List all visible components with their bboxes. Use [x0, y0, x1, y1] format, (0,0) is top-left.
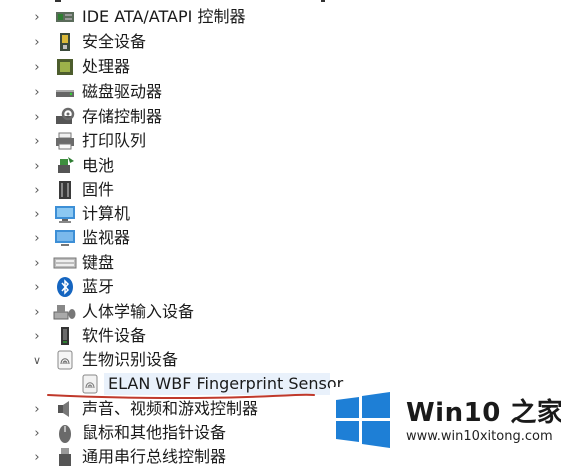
processor-icon [53, 55, 77, 79]
disk-drive-icon [53, 80, 77, 104]
tree-item-security-devices[interactable]: › 安全设备 [0, 30, 440, 54]
mouse-icon [53, 421, 77, 445]
tree-item-label: 键盘 [82, 253, 115, 272]
tree-item-label: 存储控制器 [82, 107, 163, 126]
tree-item-storage-controllers[interactable]: › 存储控制器 [0, 105, 440, 129]
tree-item-label: 声音、视频和游戏控制器 [82, 399, 259, 418]
keyboard-icon [53, 251, 77, 275]
tree-item-human-interface-devices[interactable]: › 人体学输入设备 [0, 300, 440, 324]
security-device-icon [53, 30, 77, 54]
chevron-right-icon[interactable]: › [30, 80, 44, 104]
chevron-right-icon[interactable]: › [30, 178, 44, 202]
battery-icon [53, 154, 77, 178]
computer-icon [53, 202, 77, 226]
chevron-right-icon[interactable]: › [30, 226, 44, 250]
monitor-icon [53, 226, 77, 250]
software-device-icon [53, 324, 77, 348]
tree-item-label: 固件 [82, 180, 115, 199]
hid-icon [53, 300, 77, 324]
tree-item-disk-drives[interactable]: › 磁盘驱动器 [0, 80, 440, 104]
tree-item-label: 打印队列 [82, 131, 147, 150]
sound-icon [53, 397, 77, 421]
chevron-right-icon[interactable]: › [30, 275, 44, 299]
tree-item-software-devices[interactable]: › 软件设备 [0, 324, 440, 348]
tree-item-ide-ata-atapi[interactable]: › IDE ATA/ATAPI 控制器 [0, 5, 440, 29]
top-border [55, 0, 325, 2]
windows-logo-icon [336, 392, 390, 448]
storage-controller-icon [53, 105, 77, 129]
tree-item-monitors[interactable]: › 监视器 [0, 226, 440, 250]
chevron-right-icon[interactable]: › [30, 300, 44, 324]
chevron-right-icon[interactable]: › [30, 421, 44, 445]
tree-item-label: 磁盘驱动器 [82, 82, 163, 101]
chevron-right-icon[interactable]: › [30, 55, 44, 79]
tree-item-label: 蓝牙 [82, 277, 115, 296]
bluetooth-icon [53, 275, 77, 299]
chevron-right-icon[interactable]: › [30, 154, 44, 178]
tree-item-computer[interactable]: › 计算机 [0, 202, 440, 226]
print-queue-icon [53, 129, 77, 153]
chevron-right-icon[interactable]: › [30, 202, 44, 226]
tree-item-biometric-devices[interactable]: ∨ 生物识别设备 [0, 348, 440, 372]
chevron-right-icon[interactable]: › [30, 397, 44, 421]
tree-item-label: 监视器 [82, 228, 131, 247]
tree-item-label: 生物识别设备 [82, 350, 179, 369]
tree-item-keyboards[interactable]: › 键盘 [0, 251, 440, 275]
tree-item-label: 处理器 [82, 57, 131, 76]
tree-item-label: 软件设备 [82, 326, 147, 345]
chevron-down-icon[interactable]: ∨ [30, 348, 44, 372]
chevron-right-icon[interactable]: › [30, 129, 44, 153]
chevron-right-icon[interactable]: › [30, 105, 44, 129]
tree-item-print-queues[interactable]: › 打印队列 [0, 129, 440, 153]
chevron-right-icon[interactable]: › [30, 30, 44, 54]
chevron-right-icon[interactable]: › [30, 251, 44, 275]
win10-watermark: Win10 之家 www.win10xitong.com [330, 387, 561, 463]
tree-item-bluetooth[interactable]: › 蓝牙 [0, 275, 440, 299]
usb-icon [53, 445, 77, 469]
tree-item-label: 人体学输入设备 [82, 302, 195, 321]
tree-item-label: 鼠标和其他指针设备 [82, 423, 227, 442]
chevron-right-icon[interactable]: › [30, 324, 44, 348]
tree-item-processors[interactable]: › 处理器 [0, 55, 440, 79]
chevron-right-icon[interactable]: › [30, 5, 44, 29]
tree-item-label: 电池 [82, 156, 115, 175]
watermark-title: Win10 之家 [406, 398, 561, 428]
tree-item-label: 安全设备 [82, 32, 147, 51]
biometric-icon [53, 348, 77, 372]
firmware-icon [53, 178, 77, 202]
chevron-right-icon[interactable]: › [30, 445, 44, 469]
ide-controller-icon [53, 5, 77, 29]
tree-item-label: IDE ATA/ATAPI 控制器 [82, 7, 246, 26]
tree-item-batteries[interactable]: › 电池 [0, 154, 440, 178]
watermark-url: www.win10xitong.com [406, 429, 553, 444]
tree-item-label: 计算机 [82, 204, 131, 223]
tree-item-label: 通用串行总线控制器 [82, 447, 227, 466]
tree-item-firmware[interactable]: › 固件 [0, 178, 440, 202]
